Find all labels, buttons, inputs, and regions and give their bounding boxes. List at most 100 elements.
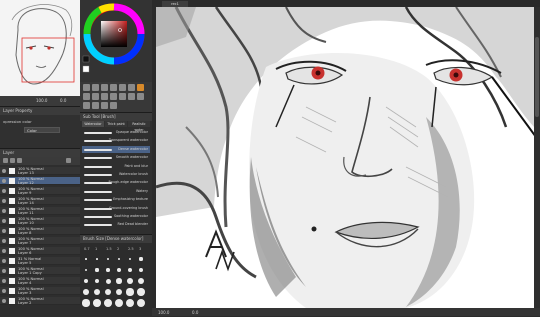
eye-icon[interactable] [2, 229, 6, 233]
ruler-icon[interactable] [137, 93, 144, 100]
layer-row[interactable]: 100 % Normal Layer 9 [0, 187, 80, 195]
color-wheel[interactable] [80, 0, 152, 82]
brush-size-option[interactable] [117, 257, 121, 261]
navigator-panel[interactable] [0, 0, 80, 96]
layer-row[interactable]: 100 % Normal Layer 8 [0, 227, 80, 235]
drawing-canvas[interactable] [156, 7, 534, 308]
layer-row[interactable]: 100 % Normal Layer 6 [0, 247, 80, 255]
brush-size-option[interactable] [128, 257, 132, 261]
blend-icon[interactable] [101, 93, 108, 100]
gradient-icon[interactable] [119, 93, 126, 100]
brush-size-option[interactable] [136, 298, 146, 308]
brush-size-option[interactable] [137, 277, 145, 285]
eye-icon[interactable] [2, 289, 6, 293]
layer-row[interactable]: 100 % Normal Layer 11 [0, 207, 80, 215]
eye-icon[interactable] [2, 199, 6, 203]
brush-size-option[interactable] [127, 267, 133, 273]
brush-size-option[interactable] [106, 257, 110, 261]
eyedropper-icon[interactable] [83, 102, 90, 109]
trash-icon[interactable] [66, 158, 71, 163]
brush-item[interactable]: Watercolor brush [82, 171, 150, 178]
selection-icon[interactable] [110, 84, 117, 91]
eye-icon[interactable] [2, 179, 6, 183]
navigator-angle-value[interactable]: 0.0 [60, 98, 66, 103]
brush-size-option[interactable] [83, 278, 89, 284]
brush-item[interactable]: Opaque watercolor [82, 129, 150, 136]
brush-size-option[interactable] [117, 268, 121, 272]
brush-item[interactable]: Dense watercolor [82, 145, 150, 153]
brush-size-option[interactable] [115, 288, 123, 296]
eye-icon[interactable] [2, 219, 6, 223]
eye-icon[interactable] [2, 259, 6, 263]
layer-row[interactable]: 100 % Normal Layer 2 [0, 297, 80, 305]
correct-line-icon[interactable] [110, 102, 117, 109]
eye-icon[interactable] [2, 239, 6, 243]
brush-item[interactable]: Soothing watercolor [82, 213, 150, 220]
brush-size-option[interactable] [93, 299, 101, 307]
lock-icon[interactable] [17, 158, 22, 163]
navigator-zoom-value[interactable]: 100.0 [36, 98, 47, 103]
new-layer-icon[interactable] [3, 158, 8, 163]
hand-icon[interactable] [83, 84, 90, 91]
layer-row[interactable]: 100 % Normal Layer 3 [0, 287, 80, 295]
layer-row[interactable]: 100 % Normal Layer 12 [0, 177, 80, 185]
eraser-icon[interactable] [92, 93, 99, 100]
brush-item[interactable]: Emphasizing texture [82, 196, 150, 203]
eye-icon[interactable] [2, 269, 6, 273]
brush-size-option[interactable] [95, 268, 99, 272]
expression-color-select[interactable]: Color [24, 127, 60, 133]
layer-row[interactable]: 100 % Normal Layer 10 [0, 217, 80, 225]
brush-item[interactable]: Red Dead blender [82, 221, 150, 228]
brush-size-option[interactable] [106, 268, 110, 272]
brush-size-option[interactable] [137, 288, 145, 296]
eye-icon[interactable] [2, 299, 6, 303]
brush-size-option[interactable] [94, 278, 100, 284]
brush-size-option[interactable] [83, 289, 89, 295]
brush-item[interactable]: Transparent watercolor [82, 137, 150, 144]
airbrush-icon[interactable] [83, 93, 90, 100]
color-wheel-panel[interactable] [80, 0, 152, 82]
eye-icon[interactable] [2, 279, 6, 283]
layer-row[interactable]: 100 % Normal Layer 1 Copy [0, 267, 80, 275]
brush-size-option[interactable] [104, 288, 112, 296]
brush-size-option[interactable] [82, 299, 90, 307]
brush-size-option[interactable] [138, 267, 144, 273]
subtool-tab[interactable]: Watercolor [82, 121, 104, 127]
status-zoom[interactable]: 100.0 [158, 310, 169, 315]
brush-size-option[interactable] [105, 278, 111, 284]
eye-icon[interactable] [2, 249, 6, 253]
pen-icon[interactable] [119, 84, 126, 91]
subtool-tab[interactable]: Realistic water [128, 121, 150, 132]
new-folder-icon[interactable] [10, 158, 15, 163]
text-icon[interactable] [128, 93, 135, 100]
brush-size-option[interactable] [85, 258, 87, 260]
eye-icon[interactable] [2, 209, 6, 213]
brush-size-option[interactable] [125, 298, 135, 308]
brush-size-option[interactable] [116, 278, 122, 284]
fill-icon[interactable] [110, 93, 117, 100]
status-angle[interactable]: 0.0 [192, 310, 198, 315]
brush-size-option[interactable] [104, 299, 112, 307]
brush-item[interactable]: Watery [82, 188, 150, 195]
pencil-icon[interactable] [128, 84, 135, 91]
layer-row[interactable]: 100 % Normal Layer 14 [0, 197, 80, 205]
brush-size-option[interactable] [127, 278, 133, 284]
move-icon[interactable] [101, 84, 108, 91]
eye-icon[interactable] [2, 169, 6, 173]
brush-size-option[interactable] [96, 258, 98, 260]
brush-size-option[interactable] [139, 257, 143, 261]
brush-size-option[interactable] [126, 288, 134, 296]
layer-row[interactable]: 31 % Normal Layer 5 [0, 257, 80, 265]
vertical-scrollbar[interactable] [534, 7, 540, 308]
brush-item[interactable]: Ground-covering brush [82, 205, 150, 212]
eye-icon[interactable] [2, 189, 6, 193]
brush-size-option[interactable] [114, 298, 124, 308]
brush-item[interactable]: Rough-edge watercolor [82, 179, 150, 186]
brush-item[interactable]: Smooth watercolor [82, 154, 150, 161]
subtool-tab[interactable]: Thick paint [105, 121, 127, 127]
layer-row[interactable]: 100 % Normal Layer 13 [0, 167, 80, 175]
layer-row[interactable]: 100 % Normal Layer 4 [0, 277, 80, 285]
brush-item[interactable]: Paint and blur [82, 163, 150, 170]
balloon-icon[interactable] [101, 102, 108, 109]
frame-icon[interactable] [92, 102, 99, 109]
